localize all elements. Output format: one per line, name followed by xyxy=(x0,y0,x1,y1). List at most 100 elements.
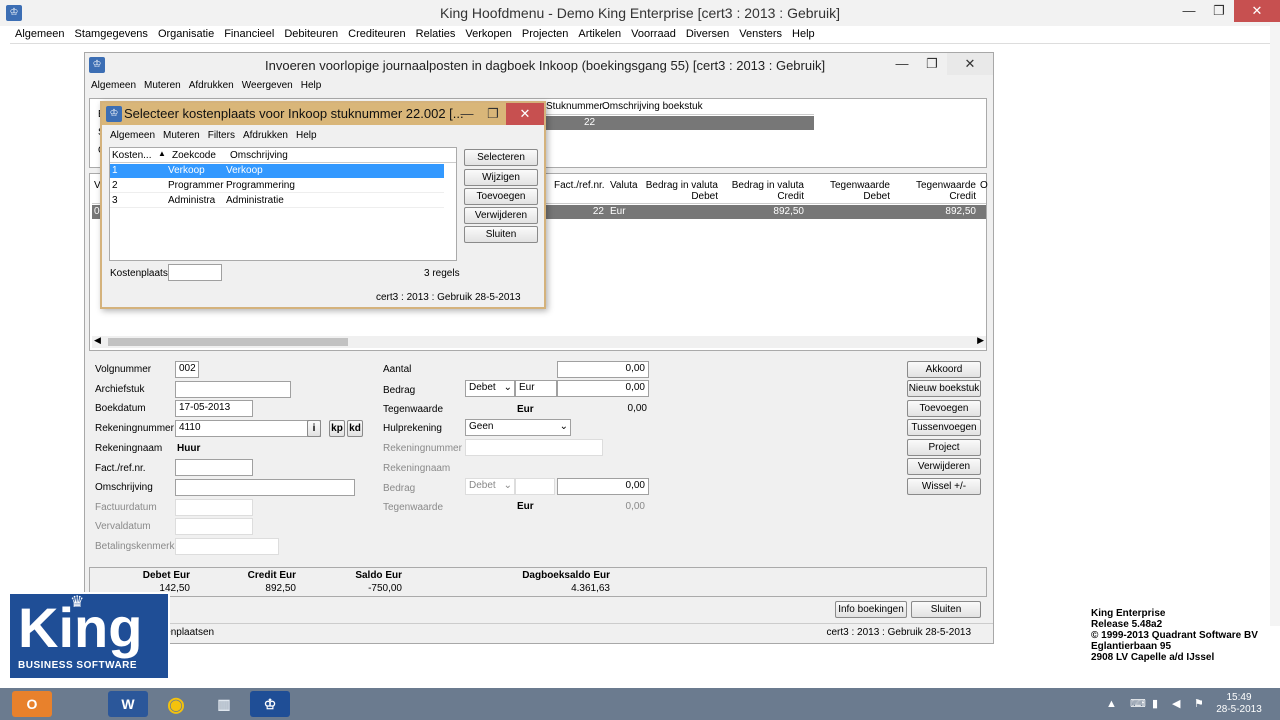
table-row[interactable]: 22 xyxy=(544,116,814,130)
menu-vensters[interactable]: Vensters xyxy=(734,26,787,43)
dialog-menu-afdrukken[interactable]: Afdrukken xyxy=(239,129,292,142)
journal-menu-algemeen[interactable]: Algemeen xyxy=(87,79,140,92)
verwijderen-button[interactable]: Verwijderen xyxy=(907,458,981,475)
header-omschrijving-boekstuk[interactable]: Omschrijving boekstuk xyxy=(602,101,703,112)
sluiten-button[interactable]: Sluiten xyxy=(911,601,981,618)
menu-organisatie[interactable]: Organisatie xyxy=(153,26,219,43)
network-icon[interactable]: ▮ xyxy=(1152,697,1158,710)
word-icon[interactable]: W xyxy=(108,691,148,717)
dialog-menu-filters[interactable]: Filters xyxy=(204,129,239,142)
dialog-close-button[interactable]: ✕ xyxy=(506,103,544,125)
maximize-button[interactable]: ❐ xyxy=(1204,0,1234,22)
menu-debiteuren[interactable]: Debiteuren xyxy=(279,26,343,43)
fact-ref-field[interactable] xyxy=(175,459,253,476)
journal-close-button[interactable]: ✕ xyxy=(947,53,993,75)
chrome-icon[interactable]: ◉ xyxy=(156,691,196,717)
rekeningnummer-field[interactable]: 4110 xyxy=(175,420,321,437)
dialog-verwijderen-button[interactable]: Verwijderen xyxy=(464,207,538,224)
dialog-toevoegen-button[interactable]: Toevoegen xyxy=(464,188,538,205)
dialog-sluiten-button[interactable]: Sluiten xyxy=(464,226,538,243)
menu-diversen[interactable]: Diversen xyxy=(681,26,734,43)
dialog-menu-help[interactable]: Help xyxy=(292,129,321,142)
clock[interactable]: 15:49 28-5-2013 xyxy=(1216,692,1262,716)
header-valuta[interactable]: Valuta xyxy=(610,180,638,191)
menu-voorraad[interactable]: Voorraad xyxy=(626,26,681,43)
journal-menu-afdrukken[interactable]: Afdrukken xyxy=(185,79,238,92)
wissel-button[interactable]: Wissel +/- xyxy=(907,478,981,495)
aantal-field[interactable]: 0,00 xyxy=(557,361,649,378)
menu-financieel[interactable]: Financieel xyxy=(219,26,279,43)
scroll-left-icon[interactable]: ◀ xyxy=(94,335,101,346)
tussenvoegen-button[interactable]: Tussenvoegen xyxy=(907,419,981,436)
menu-stamgegevens[interactable]: Stamgegevens xyxy=(70,26,153,43)
main-scrollbar[interactable] xyxy=(1270,26,1280,626)
king-taskbar-icon[interactable]: ♔ xyxy=(250,691,290,717)
menu-crediteuren[interactable]: Crediteuren xyxy=(343,26,410,43)
lines-hscrollbar[interactable]: ◀ ▶ xyxy=(92,335,986,348)
volgnummer-field[interactable]: 002 xyxy=(175,361,199,378)
close-button[interactable]: ✕ xyxy=(1234,0,1280,22)
kostenplaats-input[interactable] xyxy=(168,264,222,281)
header-zoekcode[interactable]: Zoekcode xyxy=(172,150,216,161)
header-bedrag-valuta-debet[interactable]: Bedrag in valuta Debet xyxy=(640,180,718,202)
list-item[interactable]: 1 Verkoop Verkoop xyxy=(110,164,444,178)
scroll-thumb[interactable] xyxy=(108,338,348,346)
outlook-icon[interactable]: O xyxy=(12,691,52,717)
list-item[interactable]: 3 Administra Administratie xyxy=(110,194,444,208)
akkoord-button[interactable]: Akkoord xyxy=(907,361,981,378)
menu-projecten[interactable]: Projecten xyxy=(517,26,573,43)
journal-app-icon: ♔ xyxy=(89,57,105,73)
dialog-minimize-button[interactable]: — xyxy=(454,103,480,125)
list-item[interactable]: 2 Programmer Programmering xyxy=(110,179,444,193)
header-fact-ref[interactable]: Fact./ref.nr. xyxy=(554,180,605,191)
dialog-maximize-button[interactable]: ❐ xyxy=(480,103,506,125)
bedrag-type-select[interactable]: Debet ⌄ xyxy=(465,380,515,397)
menu-verkopen[interactable]: Verkopen xyxy=(460,26,516,43)
header-stuknummer[interactable]: Stuknummer xyxy=(546,101,603,112)
archiefstuk-field[interactable] xyxy=(175,381,291,398)
rekeningnaam-value: Huur xyxy=(177,443,201,454)
header-tegenwaarde-credit[interactable]: Tegenwaarde Credit xyxy=(898,180,976,202)
header-o[interactable]: O xyxy=(980,180,988,191)
menu-relaties[interactable]: Relaties xyxy=(411,26,461,43)
hulp-bedrag-field[interactable]: 0,00 xyxy=(557,478,649,495)
kp-button[interactable]: kp xyxy=(329,420,345,437)
journal-menu-muteren[interactable]: Muteren xyxy=(140,79,185,92)
hulprekening-select[interactable]: Geen ⌄ xyxy=(465,419,571,436)
boekdatum-field[interactable]: 17-05-2013 xyxy=(175,400,253,417)
bedrag-field[interactable]: 0,00 xyxy=(557,380,649,397)
menu-help[interactable]: Help xyxy=(787,26,820,43)
header-kostenplaats[interactable]: Kosten... xyxy=(112,150,151,161)
minimize-button[interactable]: — xyxy=(1174,0,1204,22)
info-boekingen-button[interactable]: Info boekingen xyxy=(835,601,907,618)
menu-artikelen[interactable]: Artikelen xyxy=(573,26,626,43)
header-tegenwaarde-debet[interactable]: Tegenwaarde Debet xyxy=(812,180,890,202)
dialog-status-context: cert3 : 2013 : Gebruik 28-5-2013 xyxy=(376,292,521,303)
journal-maximize-button[interactable]: ❐ xyxy=(917,53,947,75)
volume-icon[interactable]: ◀ xyxy=(1172,697,1180,710)
header-bedrag-valuta-credit[interactable]: Bedrag in valuta Credit xyxy=(724,180,804,202)
bedrag-valuta-field[interactable]: Eur xyxy=(515,380,557,397)
nieuw-boekstuk-button[interactable]: Nieuw boekstuk xyxy=(907,380,981,397)
keyboard-icon[interactable]: ⌨ xyxy=(1130,697,1146,710)
info-icon[interactable]: i xyxy=(307,420,321,437)
omschrijving-field[interactable] xyxy=(175,479,355,496)
tray-arrow-icon[interactable]: ▲ xyxy=(1106,698,1117,710)
journal-minimize-button[interactable]: — xyxy=(887,53,917,75)
kd-button[interactable]: kd xyxy=(347,420,363,437)
dialog-menu-algemeen[interactable]: Algemeen xyxy=(106,129,159,142)
label-credit-eur: Credit Eur xyxy=(247,570,296,581)
journal-menu-help[interactable]: Help xyxy=(297,79,326,92)
project-button[interactable]: Project xyxy=(907,439,981,456)
flag-icon[interactable]: ⚑ xyxy=(1194,697,1204,710)
app-icon[interactable]: ▥ xyxy=(204,691,244,717)
tegenwaarde-valuta: Eur xyxy=(517,404,534,415)
selecteren-button[interactable]: Selecteren xyxy=(464,149,538,166)
journal-menu-weergeven[interactable]: Weergeven xyxy=(238,79,297,92)
toevoegen-button[interactable]: Toevoegen xyxy=(907,400,981,417)
header-omschrijving[interactable]: Omschrijving xyxy=(230,150,288,161)
menu-algemeen[interactable]: Algemeen xyxy=(10,26,70,43)
dialog-menu-muteren[interactable]: Muteren xyxy=(159,129,204,142)
wijzigen-button[interactable]: Wijzigen xyxy=(464,169,538,186)
scroll-right-icon[interactable]: ▶ xyxy=(977,335,984,346)
